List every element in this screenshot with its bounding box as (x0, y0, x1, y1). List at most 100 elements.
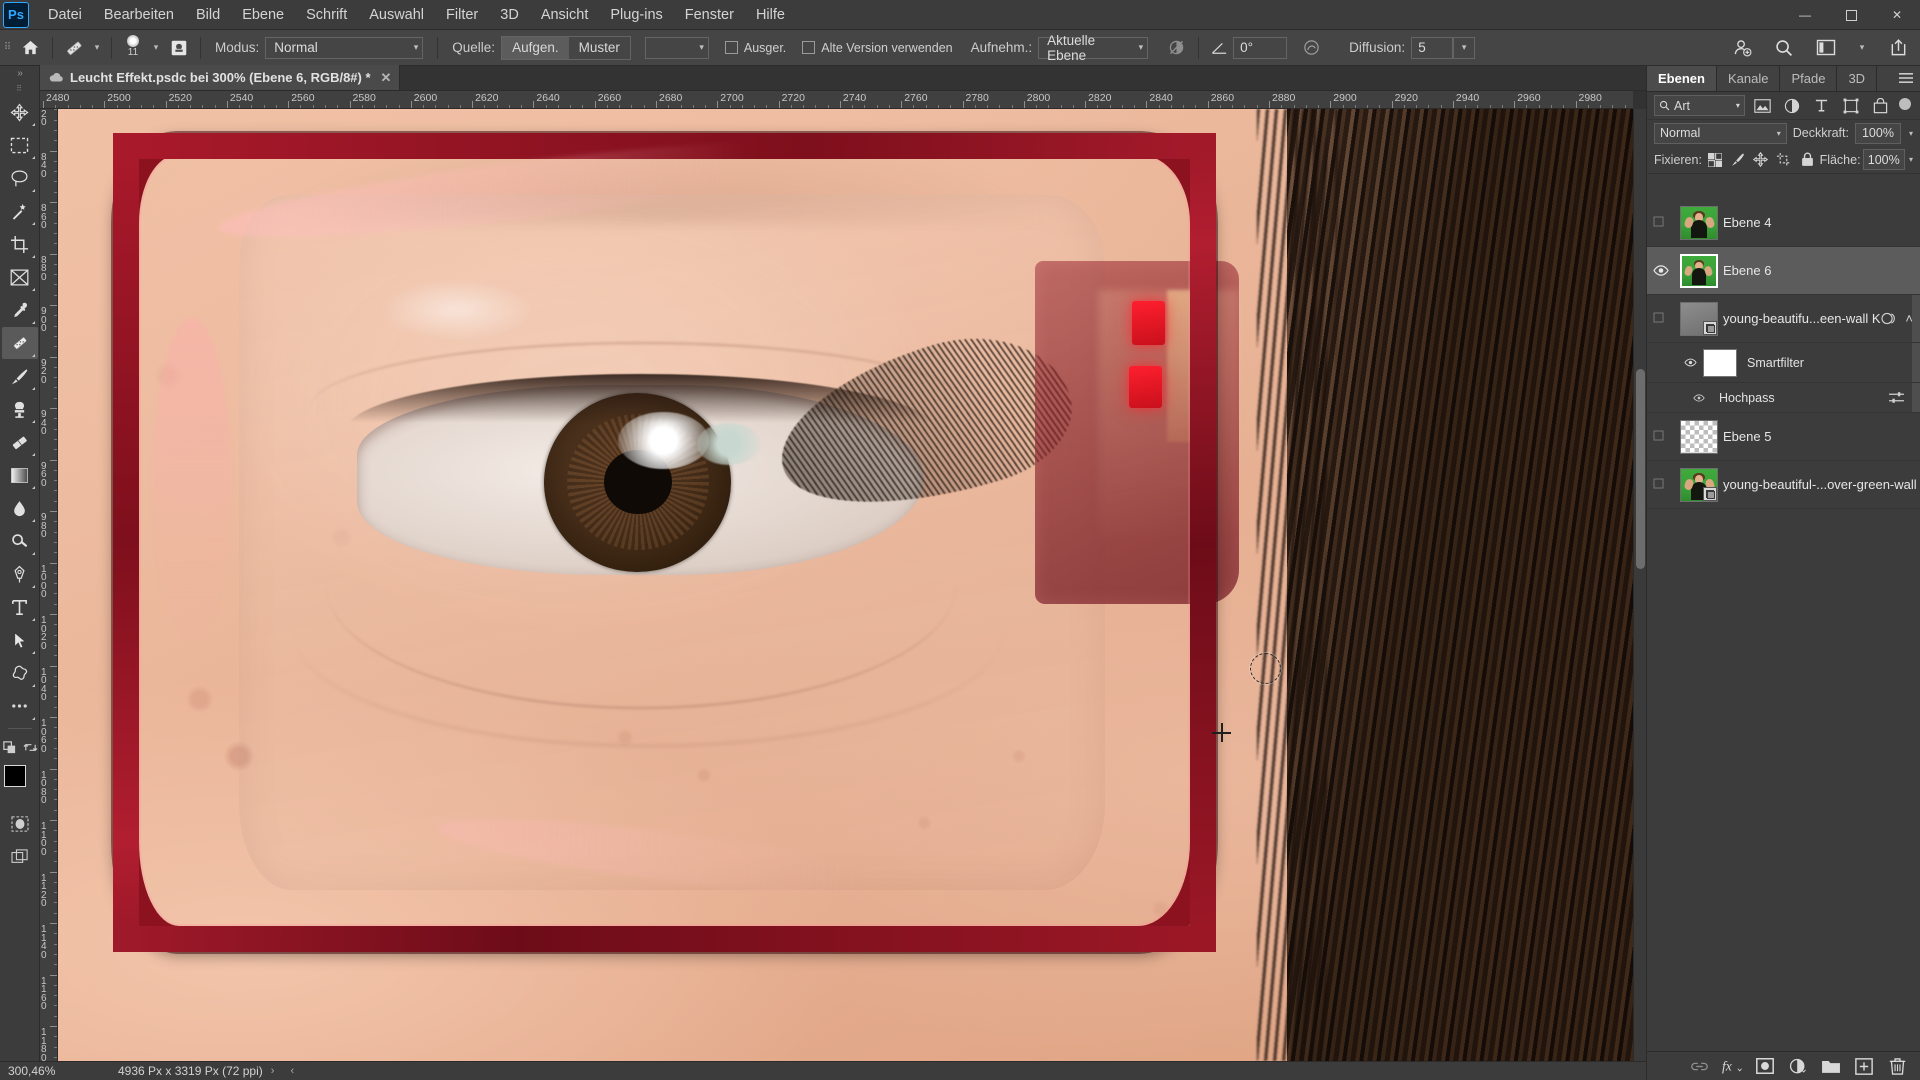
opacity-value[interactable]: 100% (1854, 122, 1901, 144)
aligned-checkbox[interactable] (724, 41, 738, 54)
type-tool[interactable] (2, 591, 38, 623)
swap-colors-icon[interactable] (23, 740, 38, 755)
mode-select[interactable]: Normal ▾ (265, 36, 424, 59)
smart-filter-indicator-icon[interactable] (1881, 311, 1898, 326)
menu-plugins[interactable]: Plug-ins (599, 0, 673, 30)
layer-name[interactable]: Ebene 5 (1723, 429, 1920, 444)
ignore-adjustment-layers-icon[interactable] (1162, 35, 1190, 61)
menu-hilfe[interactable]: Hilfe (745, 0, 796, 30)
smart-filter-visibility-toggle[interactable] (1687, 393, 1711, 402)
scroll-thumb[interactable] (1636, 369, 1645, 569)
layer-filter-type-select[interactable]: Art ▾ (1654, 95, 1745, 116)
blur-tool[interactable] (2, 492, 38, 524)
layer-name[interactable]: young-beautifu...een-wall Kopie (1723, 311, 1881, 326)
home-icon[interactable] (14, 30, 46, 66)
layer-name[interactable]: young-beautiful-...over-green-wall (1723, 477, 1920, 492)
tab-kanale[interactable]: Kanale (1717, 66, 1781, 91)
status-next-icon[interactable]: › (263, 1065, 283, 1077)
layer-name[interactable]: Ebene 6 (1723, 263, 1920, 278)
vertical-ruler[interactable]: 820 840 860 880 900 920 940 960 980 1000 1020 1040 1… (40, 109, 58, 1061)
layer-row[interactable]: Ebene 5 (1647, 413, 1920, 461)
layer-row[interactable]: young-beautiful-...over-green-wall (1647, 461, 1920, 509)
quick-selection-tool[interactable] (2, 195, 38, 227)
tablet-pressure-icon[interactable] (1297, 35, 1325, 61)
more-tools[interactable] (2, 690, 38, 722)
layer-name[interactable]: Ebene 4 (1723, 215, 1920, 230)
close-button[interactable]: ✕ (1874, 0, 1920, 30)
filter-shape-icon[interactable] (1839, 95, 1864, 117)
image-canvas[interactable] (58, 109, 1633, 1061)
pattern-picker[interactable]: ▾ (644, 36, 709, 59)
brush-size-preview[interactable]: 11 (118, 33, 148, 63)
options-bar-grip[interactable]: ⠿ (0, 30, 14, 66)
layer-row[interactable]: Ebene 6 (1647, 247, 1920, 295)
layer-visibility-toggle[interactable] (1647, 247, 1675, 295)
legacy-checkbox[interactable] (802, 41, 816, 54)
foreground-color-swatch[interactable] (3, 765, 26, 787)
minimize-button[interactable]: — (1782, 0, 1828, 30)
layer-visibility-toggle[interactable] (1647, 413, 1675, 461)
layer-thumbnail-cell[interactable] (1675, 461, 1723, 509)
layer-thumbnail-cell[interactable] (1675, 199, 1723, 247)
filter-adjustment-icon[interactable] (1780, 95, 1805, 117)
maximize-button[interactable] (1828, 0, 1874, 30)
smart-filter-visibility-toggle[interactable] (1677, 358, 1703, 367)
lock-position-icon[interactable] (1750, 149, 1771, 171)
search-icon[interactable] (1770, 35, 1798, 61)
zoom-level[interactable]: 300,46% (0, 1064, 108, 1078)
smart-filter-group-row[interactable]: Smartfilter (1647, 343, 1920, 383)
status-prev-icon[interactable]: ‹ (282, 1065, 302, 1077)
smart-filter-row[interactable]: Hochpass (1647, 383, 1920, 413)
layer-list[interactable]: Ebene 4 Ebene 6 young-beautifu...een-wal… (1647, 199, 1920, 1080)
opacity-chevron-down-icon[interactable]: ▾ (1909, 129, 1913, 138)
menu-schrift[interactable]: Schrift (295, 0, 358, 30)
filter-smartobject-icon[interactable] (1869, 95, 1894, 117)
dodge-tool[interactable] (2, 525, 38, 557)
gradient-tool[interactable] (2, 459, 38, 491)
tool-preset-chevron-down-icon[interactable]: ▾ (89, 42, 105, 53)
layer-thumbnail-cell[interactable] (1675, 295, 1723, 343)
angle-input[interactable]: 0° (1233, 36, 1288, 59)
lock-artboard-nesting-icon[interactable] (1773, 149, 1794, 171)
brush-panel-chevron-down-icon[interactable]: ▾ (148, 42, 164, 53)
path-selection-tool[interactable] (2, 624, 38, 656)
tab-3d[interactable]: 3D (1837, 66, 1878, 91)
plus-square-icon[interactable] (1854, 1056, 1874, 1076)
lock-image-pixels-icon[interactable] (1727, 149, 1748, 171)
menu-filter[interactable]: Filter (435, 0, 489, 30)
layer-visibility-toggle[interactable] (1647, 199, 1675, 247)
diffusion-stepper[interactable]: ▾ (1453, 36, 1476, 59)
close-icon[interactable]: ✕ (381, 70, 392, 86)
hand-tool[interactable] (2, 740, 17, 755)
lock-transparent-pixels-icon[interactable] (1704, 149, 1725, 171)
sample-select[interactable]: Aktuelle Ebene ▾ (1038, 33, 1149, 63)
fill-value[interactable]: 100% (1862, 149, 1905, 170)
blend-mode-select[interactable]: Normal ▾ (1654, 122, 1787, 144)
workspace-icon[interactable] (1812, 35, 1840, 61)
layer-visibility-toggle[interactable] (1647, 461, 1675, 509)
lasso-tool[interactable] (2, 162, 38, 194)
move-tool[interactable] (2, 96, 38, 128)
brush-angle-icon[interactable] (1205, 35, 1233, 61)
fill-chevron-down-icon[interactable]: ▾ (1909, 155, 1913, 164)
quick-mask-icon[interactable] (2, 808, 38, 840)
menu-bild[interactable]: Bild (185, 0, 231, 30)
smart-filter-mask-thumbnail[interactable] (1703, 348, 1737, 377)
pattern-stamp-icon[interactable] (164, 35, 194, 61)
horizontal-ruler[interactable]: 2480 2500 2520 2540 2560 2580 2600 2620 2640 2660… (40, 91, 1633, 109)
half-circle-icon[interactable] (1788, 1056, 1808, 1076)
document-tab[interactable]: Leucht Effekt.psdc bei 300% (Ebene 6, RG… (40, 65, 401, 90)
filter-toggle-switch[interactable] (1898, 95, 1913, 117)
layer-thumbnail-cell[interactable] (1675, 247, 1723, 295)
mask-icon[interactable] (1755, 1056, 1775, 1076)
tab-pfade[interactable]: Pfade (1780, 66, 1838, 91)
menu-fenster[interactable]: Fenster (674, 0, 745, 30)
screen-mode-icon[interactable] (2, 841, 38, 873)
legacy-checkbox-row[interactable]: Alte Version verwenden (802, 41, 953, 55)
eyedropper-tool[interactable] (2, 294, 38, 326)
pen-tool[interactable] (2, 558, 38, 590)
smart-filter-name[interactable]: Hochpass (1719, 391, 1775, 405)
folder-icon[interactable] (1821, 1056, 1841, 1076)
spot-healing-brush-tool[interactable] (1, 327, 38, 359)
diffusion-value[interactable]: 5 (1411, 36, 1454, 59)
